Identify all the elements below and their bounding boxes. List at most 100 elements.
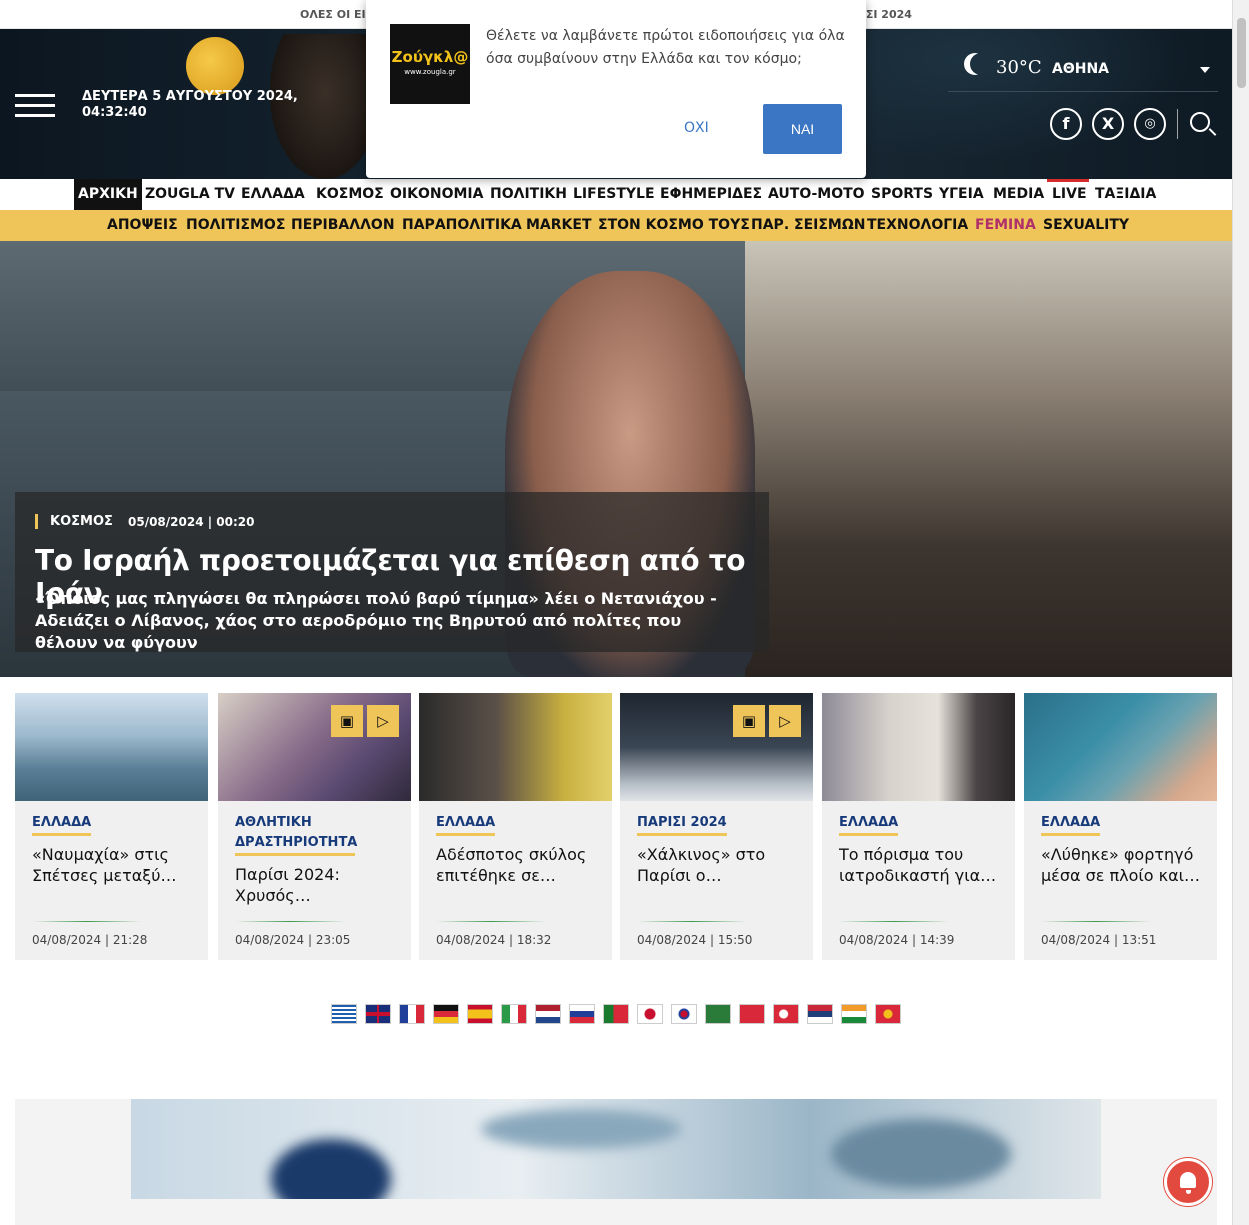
card-divider xyxy=(1041,921,1151,922)
article-category[interactable]: ΠΑΡΙΣΙ 2024 xyxy=(637,813,727,836)
nav-item-parapolitika[interactable]: ΠΑΡΑΠΟΛΙΤΙΚΑ xyxy=(402,210,522,241)
china-flag[interactable] xyxy=(739,1004,765,1024)
nav-item-zougla-tv[interactable]: ZOUGLA TV xyxy=(141,179,239,210)
nav-item-world[interactable]: ΚΟΣΜΟΣ xyxy=(312,179,388,210)
article-card[interactable]: ΕΛΛΑΔΑ Το πόρισμα του ιατροδικαστή για… … xyxy=(822,693,1015,960)
play-icon[interactable]: ▷ xyxy=(769,705,801,737)
scrollbar-thumb[interactable] xyxy=(1237,18,1246,88)
germany-flag[interactable] xyxy=(433,1004,459,1024)
nav-item-in-their-world[interactable]: ΣΤΟΝ ΚΟΣΜΟ ΤΟΥΣ xyxy=(598,210,750,241)
menu-icon[interactable] xyxy=(15,94,55,124)
zougla-logo: Ζούγκλ@ www.zougla.gr xyxy=(390,24,470,104)
article-title[interactable]: Παρίσι 2024: Χρυσός… xyxy=(235,864,400,906)
russia-flag[interactable] xyxy=(569,1004,595,1024)
nav-item-culture[interactable]: ΠΟΛΙΤΙΣΜΟΣ xyxy=(186,210,285,241)
india-flag[interactable] xyxy=(841,1004,867,1024)
article-card[interactable]: ΕΛΛΑΔΑ «Ναυμαχία» στις Σπέτσες μεταξύ… 0… xyxy=(15,693,208,960)
banner-ad[interactable] xyxy=(131,1099,1101,1199)
vietnam-flag[interactable] xyxy=(875,1004,901,1024)
nav-item-market[interactable]: MARKET xyxy=(526,210,592,241)
play-icon[interactable]: ▷ xyxy=(367,705,399,737)
article-date: 04/08/2024 | 18:32 xyxy=(436,933,552,947)
article-title[interactable]: Αδέσποτος σκύλος επιτέθηκε σε… xyxy=(436,844,601,886)
france-flag[interactable] xyxy=(399,1004,425,1024)
article-card[interactable]: ΕΛΛΑΔΑ «Λύθηκε» φορτηγό μέσα σε πλοίο κα… xyxy=(1024,693,1217,960)
article-card[interactable]: ΕΛΛΑΔΑ Αδέσποτος σκύλος επιτέθηκε σε… 04… xyxy=(419,693,612,960)
page-scrollbar[interactable] xyxy=(1232,0,1249,1225)
uk-flag[interactable] xyxy=(365,1004,391,1024)
hero-date: 05/08/2024 | 00:20 xyxy=(128,515,255,529)
greece-flag[interactable] xyxy=(331,1004,357,1024)
current-time: 04:32:40 xyxy=(82,105,147,120)
nav-item-lifestyle[interactable]: LIFESTYLE xyxy=(569,179,659,210)
saudi-flag[interactable] xyxy=(705,1004,731,1024)
nav-item-sports[interactable]: SPORTS xyxy=(867,179,937,210)
netherlands-flag[interactable] xyxy=(535,1004,561,1024)
article-card[interactable]: ▣ ▷ ΠΑΡΙΣΙ 2024 «Χάλκινος» στο Παρίσι ο…… xyxy=(620,693,813,960)
article-title[interactable]: Το πόρισμα του ιατροδικαστή για… xyxy=(839,844,1004,886)
article-category[interactable]: ΕΛΛΑΔΑ xyxy=(436,813,496,836)
accept-button[interactable]: ΝΑΙ xyxy=(763,104,842,154)
article-category[interactable]: ΕΛΛΑΔΑ xyxy=(32,813,92,836)
hero-image-crowd xyxy=(745,241,1232,677)
facebook-icon[interactable]: f xyxy=(1050,108,1082,140)
search-icon[interactable] xyxy=(1190,112,1210,132)
nav-item-live[interactable]: LIVE xyxy=(1048,179,1091,210)
nav-item-health[interactable]: ΥΓΕΙΑ xyxy=(935,179,988,210)
article-category[interactable]: ΕΛΛΑΔΑ xyxy=(839,813,899,836)
turkey-flag[interactable] xyxy=(773,1004,799,1024)
article-category[interactable]: ΑΘΛΗΤΙΚΗ ΔΡΑΣΤΗΡΙΟΤΗΤΑ xyxy=(235,813,357,856)
nav-item-greece[interactable]: ΕΛΛΑΔΑ xyxy=(237,179,309,210)
hero-caption: ΚΟΣΜΟΣ 05/08/2024 | 00:20 Το Ισραήλ προε… xyxy=(15,492,769,652)
notification-message: Θέλετε να λαμβάνετε πρώτοι ειδοποιήσεις … xyxy=(486,28,845,67)
nav-item-sexuality[interactable]: SEXUALITY xyxy=(1043,210,1129,241)
weather-temp: 30°C xyxy=(996,57,1042,78)
nav-item-technology[interactable]: ΤΕΧΝΟΛΟΓΙΑ xyxy=(867,210,968,241)
hero-category[interactable]: ΚΟΣΜΟΣ xyxy=(35,514,113,529)
nav-item-auto-moto[interactable]: AUTO-MOTO xyxy=(764,179,869,210)
night-moon-icon xyxy=(970,53,992,75)
chevron-down-icon[interactable] xyxy=(1200,67,1210,73)
gallery-icon[interactable]: ▣ xyxy=(331,705,363,737)
korea-flag[interactable] xyxy=(671,1004,697,1024)
article-date: 04/08/2024 | 15:50 xyxy=(637,933,753,947)
nav-item-environment[interactable]: ΠΕΡΙΒΑΛΛΟΝ xyxy=(291,210,395,241)
x-icon[interactable]: X xyxy=(1092,108,1124,140)
spain-flag[interactable] xyxy=(467,1004,493,1024)
weather-city: ΑΘΗΝΑ xyxy=(1052,61,1110,77)
nav-item-newspapers[interactable]: ΕΦΗΜΕΡΙΔΕΣ xyxy=(656,179,766,210)
nav-item-earthquakes[interactable]: ΠΑΡ. ΣΕΙΣΜΩΝ xyxy=(751,210,865,241)
article-thumbnail xyxy=(822,693,1015,801)
secondary-nav: ΑΠΟΨΕΙΣ ΠΟΛΙΤΙΣΜΟΣ ΠΕΡΙΒΑΛΛΟΝ ΠΑΡΑΠΟΛΙΤΙ… xyxy=(0,210,1232,241)
article-title[interactable]: «Ναυμαχία» στις Σπέτσες μεταξύ… xyxy=(32,844,197,886)
header-moon-art xyxy=(186,37,244,95)
portugal-flag[interactable] xyxy=(603,1004,629,1024)
article-card[interactable]: ▣ ▷ ΑΘΛΗΤΙΚΗ ΔΡΑΣΤΗΡΙΟΤΗΤΑ Παρίσι 2024: … xyxy=(218,693,411,960)
serbia-flag[interactable] xyxy=(807,1004,833,1024)
card-divider xyxy=(32,921,142,922)
notification-prompt: Ζούγκλ@ www.zougla.gr Θέλετε να λαμβάνετ… xyxy=(366,0,866,178)
japan-flag[interactable] xyxy=(637,1004,663,1024)
nav-item-opinions[interactable]: ΑΠΟΨΕΙΣ xyxy=(107,210,178,241)
article-title[interactable]: «Χάλκινος» στο Παρίσι ο… xyxy=(637,844,802,886)
notification-bell-icon[interactable] xyxy=(1164,1158,1212,1206)
instagram-icon[interactable]: ◎ xyxy=(1134,108,1166,140)
ticker-text-left[interactable]: ΟΛΕΣ ΟΙ ΕΙΔ xyxy=(300,8,374,21)
nav-item-media[interactable]: MEDIA xyxy=(989,179,1048,210)
hero-article[interactable]: ΚΟΣΜΟΣ 05/08/2024 | 00:20 Το Ισραήλ προε… xyxy=(0,241,1232,677)
gallery-icon[interactable]: ▣ xyxy=(733,705,765,737)
nav-item-home[interactable]: ΑΡΧΙΚΗ xyxy=(74,179,142,210)
article-title[interactable]: «Λύθηκε» φορτηγό μέσα σε πλοίο και… xyxy=(1041,844,1206,886)
nav-item-femina[interactable]: FEMINA xyxy=(975,210,1036,241)
nav-item-politics[interactable]: ΠΟΛΙΤΙΚΗ xyxy=(486,179,571,210)
nav-item-travel[interactable]: ΤΑΞΙΔΙΑ xyxy=(1091,179,1160,210)
italy-flag[interactable] xyxy=(501,1004,527,1024)
weather-widget[interactable]: 30°C ΑΘΗΝΑ xyxy=(948,29,1218,92)
card-divider xyxy=(235,921,345,922)
primary-nav: ΑΡΧΙΚΗ ZOUGLA TV ΕΛΛΑΔΑ ΚΟΣΜΟΣ ΟΙΚΟΝΟΜΙΑ… xyxy=(0,179,1232,210)
decline-button[interactable]: ΟΧΙ xyxy=(684,120,709,136)
card-divider xyxy=(637,921,747,922)
article-category[interactable]: ΕΛΛΑΔΑ xyxy=(1041,813,1101,836)
nav-item-economy[interactable]: ΟΙΚΟΝΟΜΙΑ xyxy=(386,179,487,210)
card-divider xyxy=(839,921,949,922)
